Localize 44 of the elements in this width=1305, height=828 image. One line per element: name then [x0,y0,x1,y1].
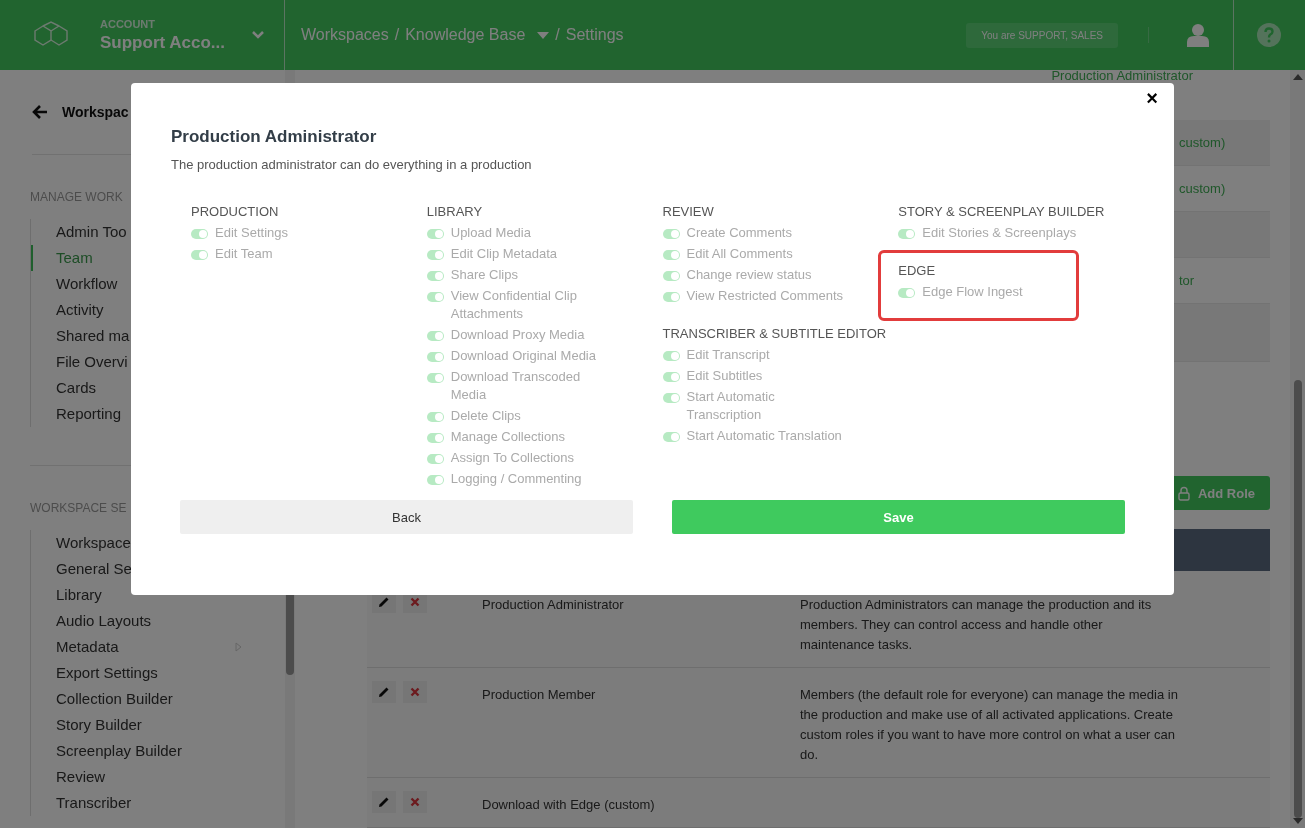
account-label: ACCOUNT [100,17,156,30]
permission-label: Download Proxy Media [450,326,586,344]
table-cell-text: Production Member [482,686,597,704]
dialog-description: The production administrator can do everything in a production [171,157,533,172]
table-cell-text: Production Administrators can manage the production and its members. They can control access and handle other maintenance tasks. [800,596,1153,654]
group-heading: EDGE [898,263,937,278]
permission-label: Edit Transcript [686,346,771,364]
permission-label: Edit Clip Metadata [450,245,558,263]
permission-label: View Restricted Comments [686,287,845,305]
dialog-title: Production Administrator [171,127,378,147]
group-heading: STORY & SCREENPLAY BUILDER [898,204,1106,219]
group-heading: REVIEW [662,204,715,219]
permission-label: Download Original Media [450,347,597,365]
permission-label: Share Clips [450,266,519,284]
permission-label: Upload Media [450,224,532,242]
role-badge: You are SUPPORT, SALES [966,22,1118,48]
permission-label: Change review status [686,266,813,284]
group-heading: PRODUCTION [191,204,280,219]
permission-label: Edit Stories & Screenplays [922,224,1078,242]
breadcrumb-separator: / [555,26,560,44]
permission-label: Start Automatic Translation [686,427,843,445]
permission-label: Download Transcoded Media [450,368,582,404]
table-cell-text: Download with Edge (custom) [482,796,656,814]
permission-label: Create Comments [686,224,793,242]
permission-label: Edit Settings [215,224,289,242]
permission-label: Logging / Commenting [450,470,583,488]
permission-label: Delete Clips [450,407,522,425]
role-name: Production Administrator [1051,70,1193,82]
permission-label: Edit All Comments [686,245,794,263]
permission-label: Start Automatic Transcription [686,388,776,424]
group-heading: LIBRARY [426,204,484,219]
permission-label: Assign To Collections [450,449,576,467]
role-name: custom) [1179,135,1226,150]
role-name: custom) [1179,181,1226,196]
permission-label: Edit Team [215,245,274,263]
table-cell-text: Production Administrator [482,596,625,614]
permission-label: Manage Collections [450,428,566,446]
role-name: tor [1179,273,1195,288]
permission-label: View Confidential Clip Attachments [450,287,578,323]
permission-label: Edit Subtitles [686,367,764,385]
table-cell-text: Members (the default role for everyone) can manage the media in the production and make use of all activated applications. Create custom roles if you want to have more control on what a user can do. [800,686,1178,764]
permission-label: Edge Flow Ingest [922,283,1024,301]
group-heading: TRANSCRIBER & SUBTITLE EDITOR [662,326,888,341]
breadcrumb-separator: / [394,26,400,44]
